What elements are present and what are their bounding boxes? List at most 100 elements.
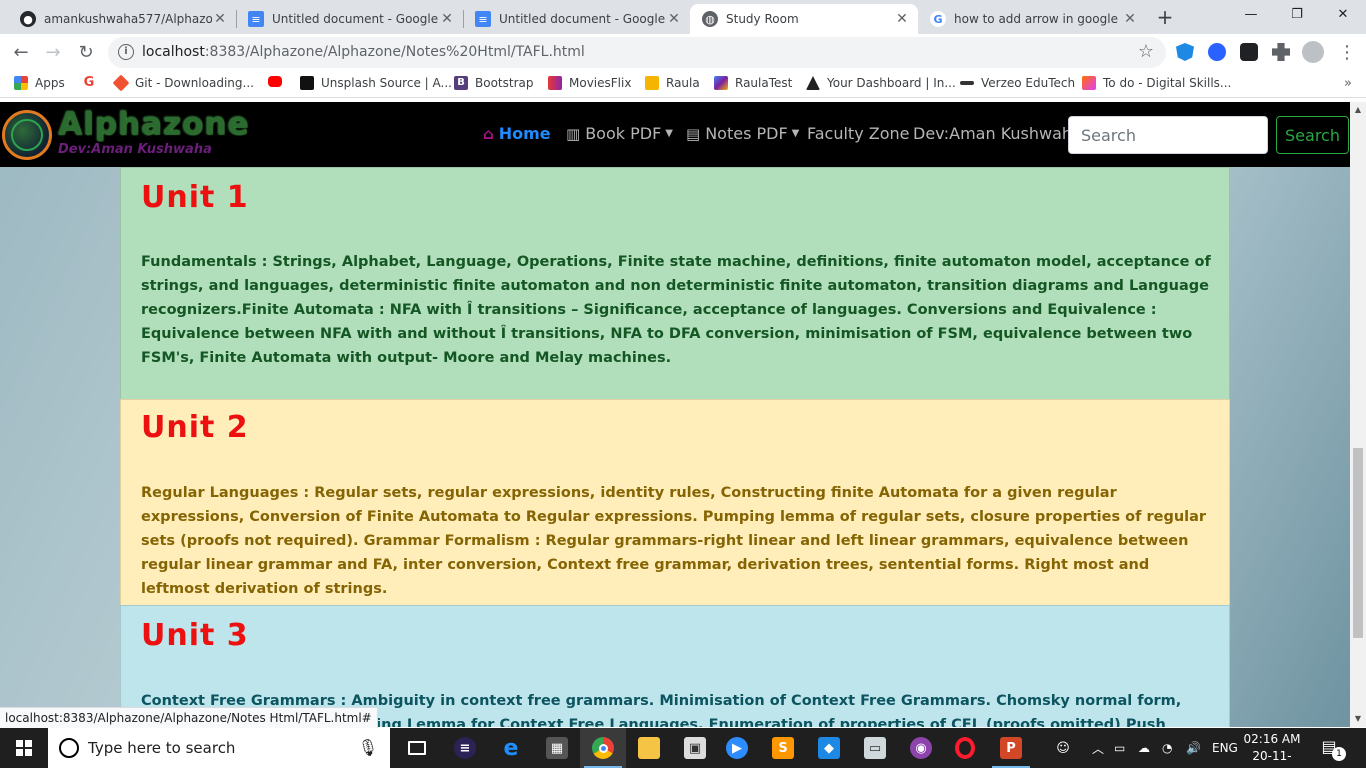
tab-github[interactable]: ● amankushwaha577/Alphazone ✕	[8, 4, 236, 34]
shield-extension-icon[interactable]	[1176, 43, 1194, 61]
close-icon[interactable]: ✕	[666, 11, 682, 27]
brand-subtitle: Dev:Aman Kushwaha	[58, 142, 212, 157]
bookmark-label: Bootstrap	[475, 76, 534, 90]
cube-extension-icon[interactable]	[1240, 43, 1258, 61]
taskbar-store[interactable]: ▦	[534, 728, 580, 768]
start-button[interactable]	[0, 728, 48, 768]
close-icon[interactable]: ✕	[894, 11, 910, 27]
page-scrollbar[interactable]: ▲ ▼	[1350, 102, 1366, 727]
home-icon: ⌂	[483, 124, 494, 143]
new-tab-button[interactable]: +	[1154, 6, 1176, 28]
close-icon[interactable]: ✕	[212, 11, 228, 27]
battery-icon[interactable]: ▭	[1114, 728, 1125, 768]
bookmark-label: Unsplash Source | A...	[321, 76, 452, 90]
more-bookmarks-icon[interactable]: »	[1344, 76, 1352, 91]
forward-button[interactable]: →	[40, 40, 66, 66]
monitor-icon: ▭	[864, 737, 886, 759]
close-window-button[interactable]: ✕	[1320, 0, 1366, 30]
tab-google-search[interactable]: G how to add arrow in google dc ✕	[918, 4, 1146, 34]
maximize-button[interactable]: ❐	[1274, 0, 1320, 30]
bookmark-verzeo[interactable]: Verzeo EduTech	[960, 76, 1075, 90]
bookmark-label: Verzeo EduTech	[981, 76, 1076, 90]
close-icon[interactable]: ✕	[1122, 11, 1138, 27]
bookmark-label: RaulaTest	[735, 76, 793, 90]
unit-syllabus-text: Regular Languages : Regular sets, regula…	[141, 485, 1207, 597]
bookmark-raula[interactable]: Raula	[645, 76, 700, 90]
extension-icon[interactable]	[1208, 43, 1226, 61]
bookmark-bootstrap[interactable]: B Bootstrap	[454, 76, 533, 90]
bookmark-dashboard[interactable]: Your Dashboard | In...	[806, 76, 956, 90]
search-button[interactable]: Search	[1276, 116, 1349, 154]
close-icon[interactable]: ✕	[439, 11, 455, 27]
tab-title: how to add arrow in google dc	[954, 12, 1122, 26]
bookmark-star-icon[interactable]: ☆	[1138, 41, 1154, 62]
tray-chevron-icon[interactable]: ︿	[1092, 728, 1104, 768]
unsplash-icon	[300, 76, 314, 90]
taskbar-installer[interactable]: ▣	[672, 728, 718, 768]
profile-avatar[interactable]	[1302, 41, 1324, 63]
bookmark-apps[interactable]: Apps	[14, 76, 65, 90]
tab-study-room[interactable]: ◍ Study Room ✕	[690, 4, 918, 34]
nav-home[interactable]: ⌂ Home	[483, 124, 551, 143]
minimize-button[interactable]: —	[1228, 0, 1274, 30]
globe-icon: ◍	[702, 11, 718, 27]
scroll-down-arrow-icon[interactable]: ▼	[1350, 711, 1366, 727]
wifi-icon[interactable]: ◔	[1162, 728, 1172, 768]
onedrive-cloud-icon[interactable]: ☁	[1138, 728, 1150, 768]
nav-notes-pdf[interactable]: ▤ Notes PDF ▼	[686, 124, 799, 143]
taskbar-search-box[interactable]: Type here to search 🎙	[48, 728, 390, 768]
bookmark-youtube[interactable]	[268, 76, 289, 87]
unit-title: Unit 1	[141, 180, 249, 215]
scroll-up-arrow-icon[interactable]: ▲	[1350, 102, 1366, 118]
address-bar[interactable]: i localhost:8383/Alphazone/Alphazone/Not…	[108, 37, 1166, 68]
taskbar-file-explorer[interactable]	[626, 728, 672, 768]
volume-icon[interactable]: 🔊	[1186, 728, 1201, 768]
nav-book-pdf[interactable]: ▥ Book PDF ▼	[566, 124, 673, 143]
bookmark-raulatest[interactable]: RaulaTest	[714, 76, 792, 90]
bookmark-google[interactable]: G	[82, 76, 103, 90]
reload-button[interactable]: ↻	[73, 40, 99, 66]
bookmark-todo[interactable]: To do - Digital Skills...	[1082, 76, 1231, 90]
apps-grid-icon	[14, 76, 28, 90]
nav-faculty-zone[interactable]: Faculty Zone	[807, 124, 909, 143]
task-view-button[interactable]	[394, 728, 440, 768]
taskbar-virtualbox[interactable]: ◆	[806, 728, 852, 768]
brand-logo[interactable]: Alphazone Dev:Aman Kushwaha	[0, 106, 272, 162]
edge-icon: e	[503, 735, 519, 761]
bookmark-label: Raula	[666, 76, 700, 90]
info-icon[interactable]: i	[118, 44, 134, 60]
taskbar-clock[interactable]: 02:16 AM 20-11-2020	[1240, 731, 1304, 768]
taskbar-eclipse[interactable]: ≡	[442, 728, 488, 768]
cube-icon: ◆	[818, 737, 840, 759]
taskbar-opera[interactable]	[942, 728, 988, 768]
menu-kebab-icon[interactable]: ⋮	[1334, 40, 1360, 66]
back-button[interactable]: ←	[8, 40, 34, 66]
windows-taskbar: Type here to search 🎙 ≡ e ▦ ▣ ▶ S ◆ ▭ ◉ …	[0, 728, 1366, 768]
unit-title: Unit 2	[141, 410, 249, 445]
taskbar-github-desktop[interactable]: ◉	[898, 728, 944, 768]
nav-dev[interactable]: Dev:Aman Kushwaha	[913, 124, 1082, 143]
search-input[interactable]	[1068, 116, 1268, 154]
taskbar-people[interactable]: ☺	[1040, 728, 1086, 768]
puzzle-icon[interactable]	[1272, 43, 1290, 61]
taskbar-display[interactable]: ▭	[852, 728, 898, 768]
tab-google-doc-2[interactable]: ≡ Untitled document - Google D ✕	[463, 4, 690, 34]
zoom-icon: ▶	[726, 737, 748, 759]
bookmark-moviesflix[interactable]: MoviesFlix	[548, 76, 631, 90]
scrollbar-thumb[interactable]	[1353, 448, 1363, 638]
tab-google-doc-1[interactable]: ≡ Untitled document - Google D ✕	[236, 4, 463, 34]
action-center-button[interactable]: ▤ 1	[1318, 737, 1346, 761]
microphone-icon[interactable]: 🎙	[358, 738, 378, 757]
nav-label: Home	[498, 124, 551, 143]
clock-date: 20-11-2020	[1252, 749, 1292, 768]
taskbar-zoom[interactable]: ▶	[714, 728, 760, 768]
taskbar-powerpoint[interactable]: P	[988, 728, 1034, 768]
taskbar-sublime[interactable]: S	[760, 728, 806, 768]
taskbar-chrome[interactable]	[580, 728, 626, 768]
clock-time: 02:16 AM	[1243, 732, 1301, 746]
language-indicator[interactable]: ENG	[1212, 728, 1238, 768]
taskbar-edge[interactable]: e	[488, 728, 534, 768]
bookmark-git[interactable]: Git - Downloading...	[112, 74, 254, 92]
bookmark-unsplash[interactable]: Unsplash Source | A...	[300, 76, 452, 90]
powerpoint-icon: P	[1000, 737, 1022, 759]
